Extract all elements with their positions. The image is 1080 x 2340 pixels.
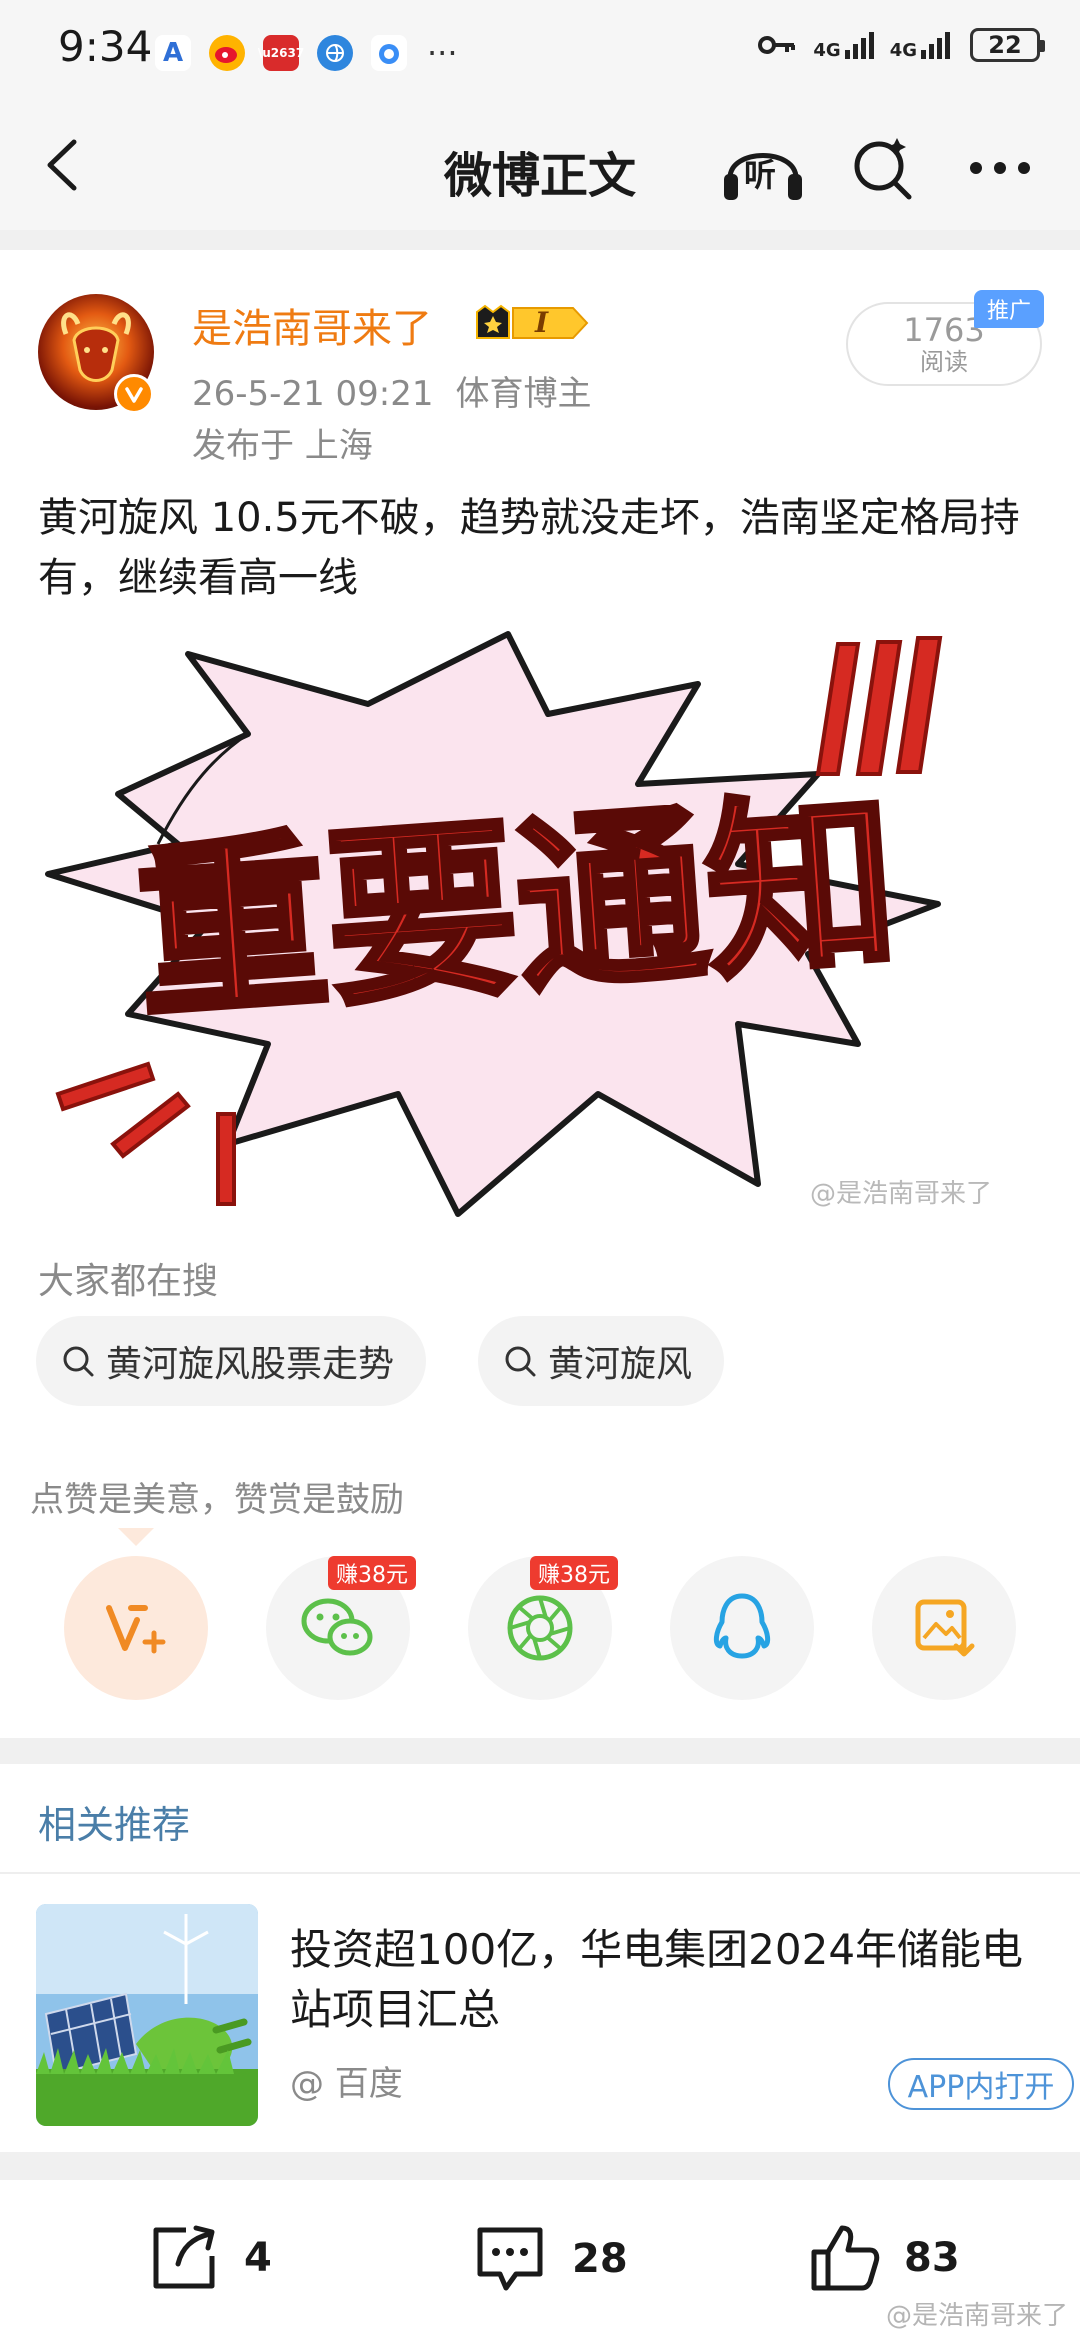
weibo-icon [209,35,245,71]
related-item-source: @ 百度 [290,2064,403,2104]
solar-plug-image [36,1904,258,2126]
listen-label: 听 [744,156,777,194]
search-icon[interactable] [845,128,920,208]
news-app-icon: \u2637 [258,35,304,71]
section-gap [0,2152,1080,2180]
signal-icon [921,32,950,59]
save-image-button[interactable] [872,1556,1016,1700]
post-image[interactable]: 重要通知 @是浩南哥来了 [38,624,1042,1224]
post-text: 黄河旋风 10.5元不破，趋势就没走坏，浩南坚定格局持有，继续看高一线 [38,495,1020,601]
search-chip[interactable]: 黄河旋风 [478,1316,725,1406]
search-suggestions-header: 大家都在搜 [38,1261,219,1302]
signal-group-2: 4G [890,30,954,60]
signal-group-1: 4G [813,30,874,61]
search-chip-label: 黄河旋风 [548,1344,693,1385]
related-section-title: 相关推荐 [38,1803,191,1847]
nav-bar: 微博正文 听 [0,100,1080,230]
like-count: 83 [904,2235,960,2281]
divider [0,1872,1080,1874]
read-label: 阅读 [920,348,968,376]
listen-button[interactable]: 听 [718,128,808,208]
more-options-icon[interactable] [960,128,1040,208]
section-gap [0,230,1080,250]
share-icon [153,2225,215,2289]
post-meta: 26-5-21 09:21 体育博主 [192,366,592,415]
search-app-icon [371,35,407,71]
vip-badge[interactable]: I [473,302,591,344]
moments-icon [507,1595,573,1661]
search-icon [505,1346,536,1377]
search-chip[interactable]: 黄河旋风股票走势 [36,1316,427,1406]
like-button[interactable]: 83 [806,2220,960,2296]
image-download-icon [915,1599,975,1657]
earn-badge: 赚38元 [530,1556,618,1590]
footer-watermark: @是浩南哥来了 [885,2301,1068,2331]
pointer-arrow-icon [118,1528,154,1546]
bottom-action-bar: 4 28 83 @是浩南哥来了 [0,2180,1080,2340]
notice-burst-graphic: 重要通知 [45,631,943,1217]
qq-icon [713,1593,771,1659]
author-role: 体育博主 [455,374,592,414]
vip-level: I [535,306,549,339]
key-icon [758,36,796,54]
network-type-1: 4G [813,40,841,61]
comment-button[interactable]: 28 [470,2220,628,2298]
crown-icon [476,304,589,339]
share-count: 4 [244,2235,272,2281]
image-watermark: @是浩南哥来了 [809,1179,992,1209]
comment-icon [477,2227,543,2291]
search-chip-label: 黄河旋风股票走势 [106,1344,395,1385]
related-thumbnail[interactable] [36,1904,258,2126]
reward-hint: 点赞是美意，赞赏是鼓励 [30,1480,404,1520]
section-gap [0,1738,1080,1764]
search-icon [63,1346,94,1377]
status-time: 9:34 [58,22,153,71]
open-in-app-button[interactable]: APP内打开 [888,2058,1074,2110]
status-right: 4G 4G 22 [757,28,1045,62]
share-qq-button[interactable] [670,1556,814,1700]
thumbs-up-icon [811,2225,880,2291]
share-button[interactable]: 4 [146,2220,272,2296]
comment-count: 28 [572,2236,628,2282]
more-notifications-icon: ··· [427,34,458,72]
network-type-2: 4G [889,40,917,61]
post-location: 发布于 上海 [192,426,373,466]
earn-badge: 赚38元 [328,1556,416,1590]
post-date: 26-5-21 09:21 [192,374,434,414]
related-item-title[interactable]: 投资超100亿，华电集团2024年储能电站项目汇总 [290,1920,1060,2040]
notification-icons: A \u2637 ··· [155,34,458,72]
promo-tag[interactable]: 推广 [974,290,1044,328]
app-a-icon: A [155,35,191,71]
wechat-icon [301,1598,373,1656]
browser-icon [317,35,353,71]
battery-indicator: 22 [970,28,1045,62]
verified-badge-icon [114,374,154,414]
status-bar: 9:34 A \u2637 ··· 4G 4G 22 [0,0,1080,100]
reward-button[interactable] [64,1556,208,1700]
v-plus-icon [106,1605,166,1654]
author-name[interactable]: 是浩南哥来了 [192,296,432,354]
signal-icon [844,32,874,59]
